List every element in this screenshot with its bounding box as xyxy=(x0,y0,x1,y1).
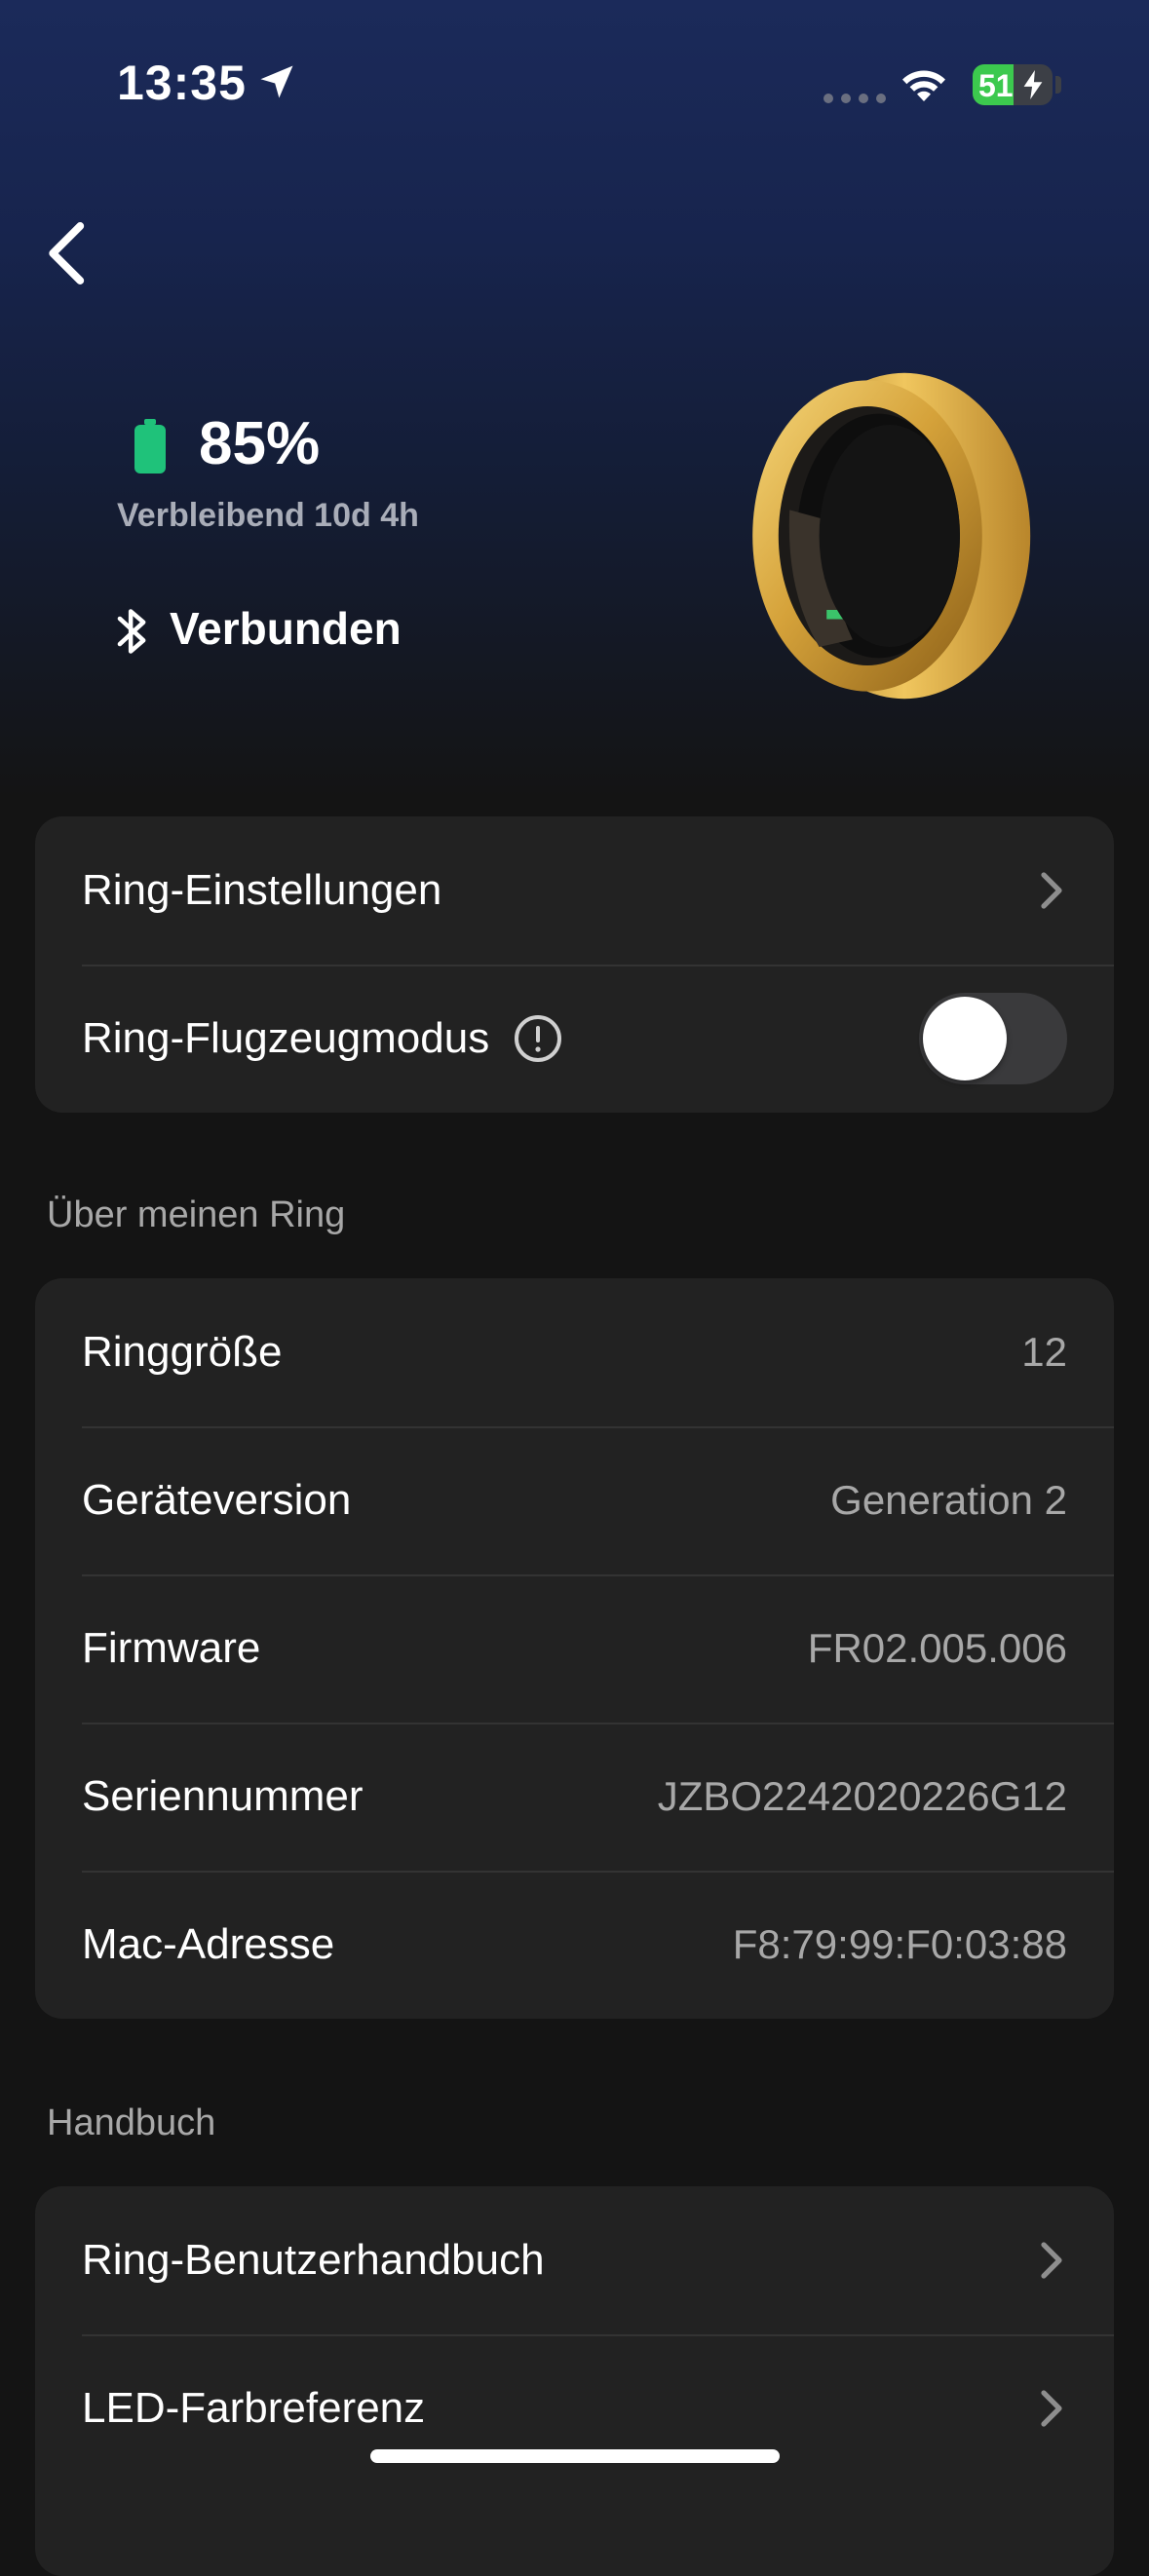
toggle-knob xyxy=(923,997,1007,1080)
ring-settings-row[interactable]: Ring-Einstellungen xyxy=(35,816,1114,965)
location-arrow-icon xyxy=(260,65,293,98)
status-bar: 13:35 51 xyxy=(0,0,1149,166)
battery-nub xyxy=(1055,76,1061,94)
charging-bolt-icon xyxy=(1023,70,1043,99)
row-value: FR02.005.006 xyxy=(807,1625,1067,1671)
airplane-mode-label: Ring-Flugzeugmodus xyxy=(82,1014,490,1062)
about-row-serial-number: Seriennummer JZBO2242020226G12 xyxy=(35,1723,1114,1871)
airplane-mode-row: Ring-Flugzeugmodus xyxy=(35,965,1114,1113)
row-label: Firmware xyxy=(82,1624,261,1672)
row-label: Geräteversion xyxy=(82,1476,352,1524)
connection-status: Verbunden xyxy=(170,603,402,654)
about-row-firmware: Firmware FR02.005.006 xyxy=(35,1574,1114,1723)
row-label: Mac-Adresse xyxy=(82,1920,335,1968)
cellular-signal-icon xyxy=(823,94,886,103)
manual-item-label: Ring-Benutzerhandbuch xyxy=(82,2236,545,2284)
row-value: Generation 2 xyxy=(830,1477,1067,1523)
about-card: Ringgröße 12 Geräteversion Generation 2 … xyxy=(35,1278,1114,2019)
bluetooth-icon xyxy=(117,609,146,654)
back-button[interactable] xyxy=(39,219,97,287)
chevron-right-icon xyxy=(1041,2390,1062,2427)
battery-remaining-time: Verbleibend 10d 4h xyxy=(117,497,419,534)
about-row-device-version: Geräteversion Generation 2 xyxy=(35,1426,1114,1574)
manual-section-title: Handbuch xyxy=(47,2102,216,2143)
manual-item-user-manual[interactable]: Ring-Benutzerhandbuch xyxy=(35,2186,1114,2334)
airplane-mode-toggle[interactable] xyxy=(919,993,1067,1084)
row-value: F8:79:99:F0:03:88 xyxy=(732,1921,1067,1967)
row-label: Seriennummer xyxy=(82,1772,364,1820)
status-battery-icon: 51 xyxy=(973,64,1053,105)
ring-battery-percent: 85% xyxy=(199,410,321,477)
row-label: Ringgröße xyxy=(82,1328,283,1376)
info-icon[interactable] xyxy=(513,1013,563,1064)
wifi-icon xyxy=(902,70,945,101)
manual-item-label: LED-Farbreferenz xyxy=(82,2384,426,2432)
smart-ring-image xyxy=(752,372,1031,700)
about-row-mac-address: Mac-Adresse F8:79:99:F0:03:88 xyxy=(35,1871,1114,2019)
row-value: 12 xyxy=(1021,1329,1067,1375)
chevron-right-icon xyxy=(1041,872,1062,909)
status-battery-level: 51 xyxy=(978,68,1014,103)
about-row-ring-size: Ringgröße 12 xyxy=(35,1278,1114,1426)
row-value: JZBO2242020226G12 xyxy=(657,1773,1067,1819)
status-time: 13:35 xyxy=(117,56,247,110)
home-indicator[interactable] xyxy=(370,2449,780,2463)
ring-settings-card: Ring-Einstellungen Ring-Flugzeugmodus xyxy=(35,816,1114,1113)
manual-card: Ring-Benutzerhandbuch LED-Farbreferenz xyxy=(35,2186,1114,2576)
ring-settings-label: Ring-Einstellungen xyxy=(82,866,442,914)
chevron-right-icon xyxy=(1041,2242,1062,2279)
about-section-title: Über meinen Ring xyxy=(47,1194,346,1235)
ring-battery-icon xyxy=(134,419,166,474)
